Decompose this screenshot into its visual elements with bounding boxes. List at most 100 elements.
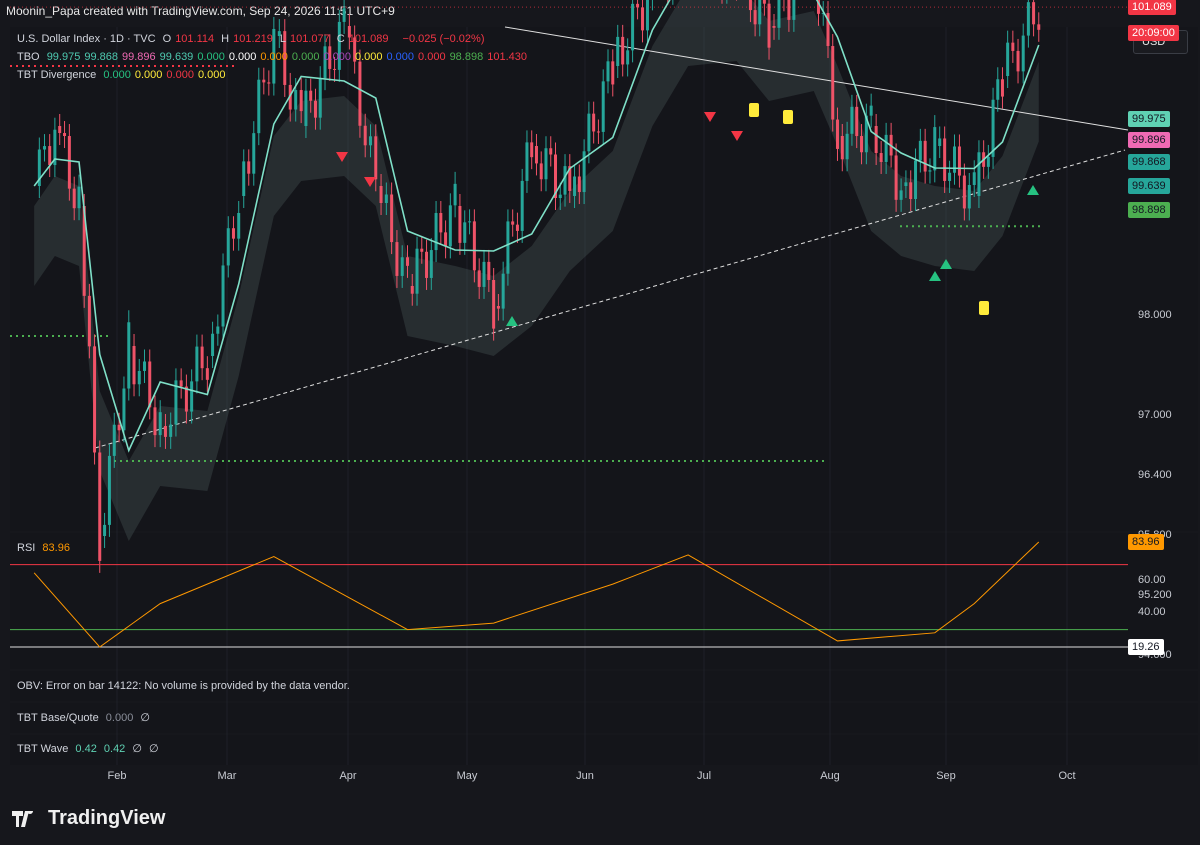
candle-body	[132, 346, 136, 385]
ohlc-key: H	[221, 33, 230, 45]
candle-body	[933, 127, 937, 171]
tbo-value: 0.000	[260, 51, 288, 63]
candle-body	[496, 306, 500, 309]
price-tag-label: 20:09:00	[1128, 25, 1179, 41]
candle-body	[563, 166, 567, 195]
rsi-tick: 60.00	[1138, 573, 1166, 586]
candle-body	[247, 161, 251, 174]
candle-body	[406, 257, 409, 266]
candle-body	[304, 90, 308, 126]
divergence-flag-marker	[749, 103, 759, 117]
candle-body	[748, 0, 752, 11]
candle-body	[342, 8, 346, 22]
rsi-label: RSI	[17, 542, 36, 554]
candle-body	[792, 0, 796, 20]
candle-body	[148, 361, 152, 408]
candle-body	[845, 133, 849, 160]
candle-body	[231, 228, 235, 239]
candle-body	[358, 61, 362, 126]
price-tag-label: 99.639	[1128, 178, 1170, 194]
candle-body	[515, 224, 519, 231]
candle-body	[914, 160, 918, 200]
candle-body	[549, 148, 553, 155]
candle-body	[626, 50, 630, 65]
ohlc-c: C 101.089	[337, 33, 393, 45]
candle-body	[1006, 42, 1010, 76]
candle-body	[855, 106, 859, 137]
candle-body	[923, 140, 927, 172]
candle-body	[772, 26, 776, 28]
candle-body	[226, 228, 230, 266]
candle-body	[400, 257, 404, 276]
price-tag-label: 99.868	[1128, 154, 1170, 170]
candle-body	[453, 183, 457, 206]
price-tick: 95.200	[1138, 589, 1172, 601]
candle-body	[309, 90, 313, 101]
candle-body	[262, 79, 266, 83]
month-label: Apr	[339, 770, 357, 782]
candle-body	[753, 10, 757, 25]
ohlc-value: 101.089	[348, 33, 389, 45]
candle-body	[482, 261, 486, 287]
candle-body	[117, 424, 121, 431]
tbo-value: 99.896	[122, 51, 156, 63]
candle-body	[611, 61, 615, 85]
candle-body	[621, 36, 625, 65]
tbo-value: 0.000	[354, 51, 383, 63]
candle-body	[487, 261, 491, 280]
candle-body	[58, 126, 62, 134]
wave-value-2: 0.42	[103, 743, 126, 755]
candle-body	[395, 242, 399, 276]
candle-body	[439, 213, 443, 233]
candle-body	[1000, 79, 1004, 97]
price-tick: 98.000	[1138, 309, 1172, 321]
candle-body	[216, 326, 220, 334]
ohlc-value: 101.077	[289, 33, 330, 45]
candle-body	[758, 0, 762, 25]
candle-body	[98, 452, 102, 561]
candle-body	[463, 222, 467, 243]
candle-body	[390, 194, 394, 243]
ohlc-value: 101.219	[233, 33, 273, 45]
ohlc-l: L 101.077	[280, 33, 334, 45]
candle-body	[1032, 2, 1036, 25]
divergence-value: 0.000	[134, 69, 163, 81]
ohlc-o: O 101.114	[163, 33, 219, 45]
candle-body	[1021, 35, 1025, 72]
month-label: Jun	[576, 770, 594, 782]
candle-body	[420, 248, 424, 252]
tbo-value: 0.000	[418, 51, 446, 63]
candle-body	[103, 524, 107, 536]
candle-body	[573, 176, 577, 196]
sell-signal-marker	[704, 112, 716, 122]
candle-body	[429, 250, 433, 278]
candle-body	[899, 190, 903, 200]
candle-body	[179, 380, 183, 387]
tbo-value: 0.000	[386, 51, 415, 63]
candle-body	[957, 146, 961, 176]
candle-body	[636, 3, 640, 8]
candle-body	[252, 133, 256, 174]
symbol-legend-row: U.S. Dollar Index · 1D · TVC O 101.114 H 10…	[17, 33, 488, 45]
candle-body	[368, 136, 372, 146]
candle-body	[1026, 2, 1030, 36]
divergence-flag-marker	[783, 110, 793, 124]
candle-body	[860, 136, 864, 153]
tbo-value: 99.975	[46, 51, 81, 63]
candle-body	[991, 99, 995, 157]
tbo-value: 0.000	[323, 51, 351, 63]
wave-legend: TBT Wave 0.42 0.42 ∅ ∅	[17, 742, 159, 755]
candle-body	[48, 146, 52, 166]
candle-body	[107, 455, 111, 525]
candle-body	[962, 175, 966, 209]
divergence-legend-row: TBT Divergence 0.000 0.000 0.000 0.000	[17, 69, 233, 81]
price-tag-label: 99.975	[1128, 110, 1170, 127]
candle-body	[72, 188, 76, 209]
candle-body	[87, 295, 91, 347]
tbo-value: 0.000	[197, 51, 225, 63]
price-chart-svg[interactable]	[0, 0, 1200, 845]
price-tick: 96.400	[1138, 469, 1172, 481]
candle-body	[77, 186, 81, 209]
divergence-label: TBT Divergence	[17, 69, 97, 81]
ohlc-key: O	[162, 33, 172, 45]
